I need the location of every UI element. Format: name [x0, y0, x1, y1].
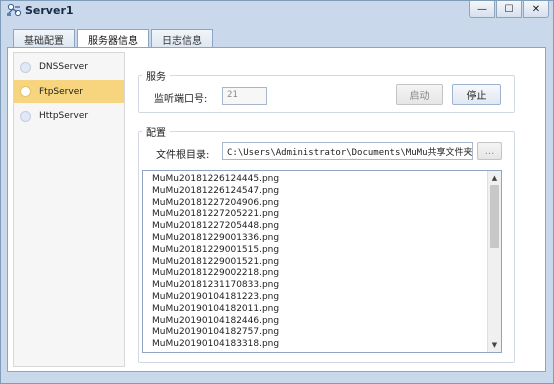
file-list[interactable]: MuMu20181226124445.png MuMu20181226124547… [142, 170, 502, 353]
stop-button[interactable]: 停止 [452, 84, 501, 105]
list-item[interactable]: MuMu20181227205221.png [152, 209, 482, 221]
close-button[interactable]: ✕ [523, 1, 549, 18]
start-button[interactable]: 启动 [396, 84, 443, 105]
tab-log-info[interactable]: 日志信息 [151, 29, 213, 48]
browse-button[interactable]: ... [477, 142, 502, 160]
server-status-icon [20, 110, 31, 122]
title-bar[interactable]: Server1 — ☐ ✕ [1, 1, 553, 21]
network-server-icon [7, 3, 22, 17]
server-window: Server1 — ☐ ✕ 基础配置 服务器信息 日志信息 DNSServer … [0, 0, 554, 384]
server-status-icon [20, 61, 31, 73]
list-item[interactable]: MuMu20181229001515.png [152, 245, 482, 257]
list-item[interactable]: MuMu20190104182446.png [152, 316, 482, 328]
list-item[interactable]: MuMu20181229001521.png [152, 257, 482, 269]
list-item[interactable]: MuMu20181227205448.png [152, 221, 482, 233]
list-item[interactable]: MuMu20190104182011.png [152, 304, 482, 316]
scroll-thumb[interactable] [490, 185, 499, 248]
port-input[interactable]: 21 [222, 87, 267, 105]
sidebar-item-label: HttpServer [39, 111, 89, 121]
root-dir-label: 文件根目录: [156, 150, 210, 161]
sidebar-item-label: FtpServer [39, 86, 83, 97]
window-title: Server1 [25, 4, 74, 17]
tab-server-info[interactable]: 服务器信息 [77, 29, 149, 49]
config-group-title: 配置 [142, 124, 170, 139]
sidebar-item-label: DNSServer [39, 62, 88, 72]
port-label: 监听端口号: [154, 94, 208, 105]
list-item[interactable]: MuMu20190104183318.png [152, 339, 482, 351]
list-item[interactable]: MuMu20181226124445.png [152, 174, 482, 186]
maximize-button[interactable]: ☐ [496, 1, 522, 18]
scroll-up-icon[interactable]: ▲ [488, 172, 501, 184]
tab-bar: 基础配置 服务器信息 日志信息 [13, 29, 215, 49]
sidebar-item-dnsserver[interactable]: DNSServer [14, 56, 124, 78]
root-dir-input[interactable]: C:\Users\Administrator\Documents\MuMu共享文… [222, 142, 473, 160]
list-item[interactable]: MuMu20190104181223.png [152, 292, 482, 304]
server-list: DNSServer FtpServer HttpServer [13, 52, 125, 367]
sidebar-item-ftpserver[interactable]: FtpServer [14, 80, 124, 103]
file-list-scrollbar[interactable]: ▲ ▼ [487, 171, 501, 352]
list-item[interactable]: MuMu20181226124547.png [152, 186, 482, 198]
sidebar-item-httpserver[interactable]: HttpServer [14, 105, 124, 127]
minimize-button[interactable]: — [469, 1, 495, 18]
scroll-down-icon[interactable]: ▼ [488, 339, 501, 351]
list-item[interactable]: MuMu20190104182757.png [152, 327, 482, 339]
server-status-icon [20, 86, 31, 97]
list-item[interactable]: MuMu20181229001336.png [152, 233, 482, 245]
list-item[interactable]: MuMu20181229002218.png [152, 268, 482, 280]
file-list-items: MuMu20181226124445.png MuMu20181226124547… [152, 174, 482, 351]
tab-basic-config[interactable]: 基础配置 [13, 29, 75, 48]
list-item[interactable]: MuMu20181227204906.png [152, 198, 482, 210]
list-item[interactable]: MuMu20181231170833.png [152, 280, 482, 292]
window-controls: — ☐ ✕ [468, 1, 549, 18]
service-group-title: 服务 [142, 68, 170, 83]
